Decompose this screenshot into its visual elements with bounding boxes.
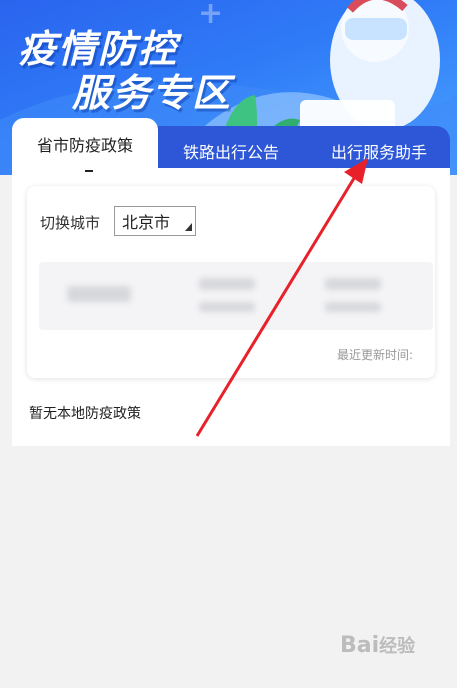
- annotation-arrow: [195, 158, 368, 437]
- watermark: Bai经验: [340, 633, 416, 658]
